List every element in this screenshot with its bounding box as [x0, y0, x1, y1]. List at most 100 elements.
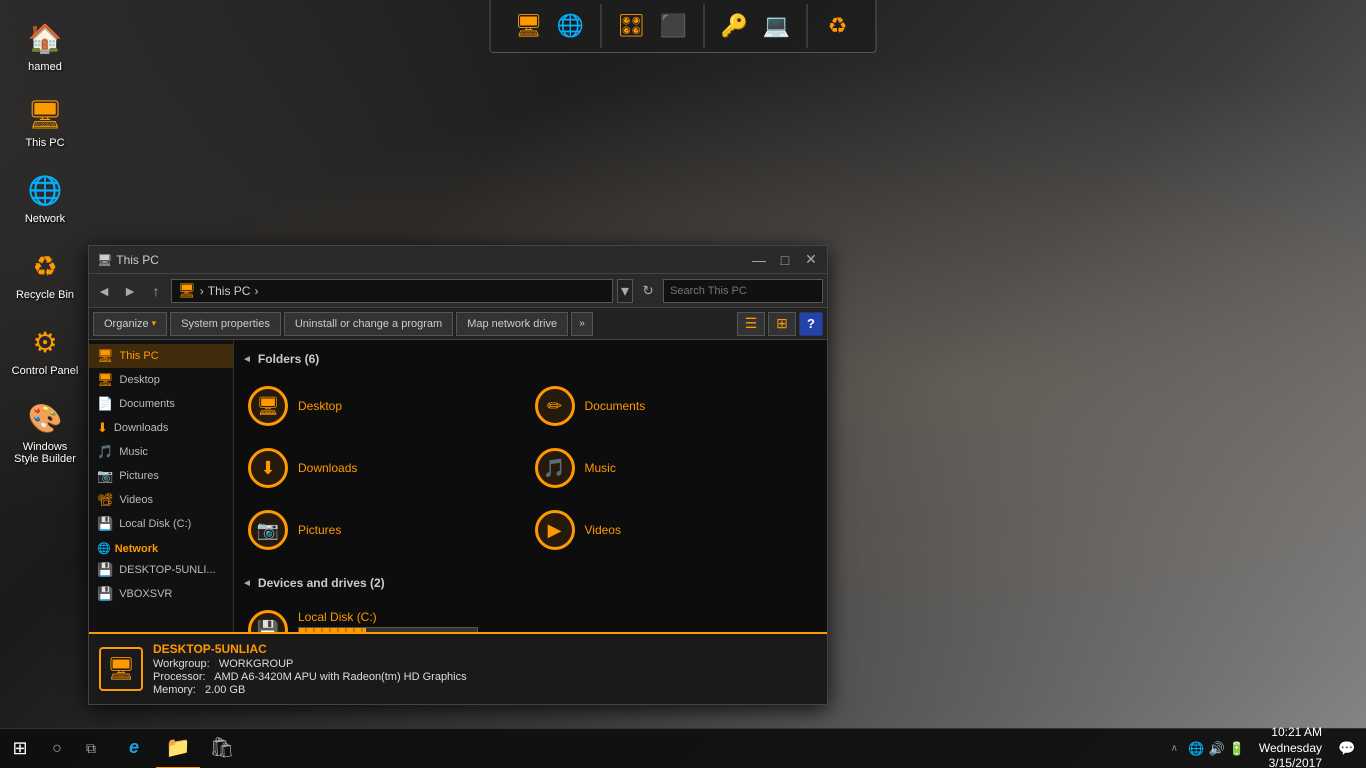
maximize-button[interactable]: □	[773, 250, 797, 270]
minimize-button[interactable]: —	[747, 250, 771, 270]
sys-tray-chevron[interactable]: ∧	[1166, 729, 1182, 768]
status-info: DESKTOP-5UNLIAC Workgroup: WORKGROUP Pro…	[153, 642, 467, 697]
control-panel-icon: ⚙	[25, 322, 65, 362]
title-bar-controls: — □ ✕	[747, 250, 823, 270]
folder-desktop-icon: 🖥	[248, 386, 288, 426]
toolbar-icon-globe[interactable]: 🌐	[553, 8, 589, 44]
sidebar-item-vboxsvr[interactable]: 💾 VBOXSVR	[89, 582, 233, 606]
desktop-icon-hamed[interactable]: 🏠 hamed	[5, 10, 85, 81]
sidebar-item-documents[interactable]: 📄 Documents	[89, 392, 233, 416]
sidebar-item-pictures[interactable]: 📷 Pictures	[89, 464, 233, 488]
command-bar: Organize ▾ System properties Uninstall o…	[89, 308, 827, 340]
status-processor-row: Processor: AMD A6-3420M APU with Radeon(…	[153, 671, 467, 683]
view-details-button[interactable]: ☰	[737, 312, 765, 336]
sidebar-item-this-pc[interactable]: 🖥 This PC	[89, 344, 233, 368]
start-button[interactable]: ⊞	[0, 729, 40, 768]
title-bar: 🖥 This PC — □ ✕	[89, 246, 827, 274]
status-computer-name: DESKTOP-5UNLIAC	[153, 642, 467, 656]
folder-downloads-icon: ⬇	[248, 448, 288, 488]
toolbar-icon-controls[interactable]: 🎛	[614, 8, 650, 44]
memory-value: 2.00 GB	[205, 684, 245, 696]
sidebar-item-downloads[interactable]: ⬇ Downloads	[89, 416, 233, 440]
folders-section-header[interactable]: Folders (6)	[242, 348, 819, 370]
system-properties-button[interactable]: System properties	[170, 312, 281, 336]
sidebar-network-header[interactable]: 🌐 Network	[89, 536, 233, 558]
uninstall-button[interactable]: Uninstall or change a program	[284, 312, 453, 336]
folders-grid: 🖥 Desktop ✏ Documents ⬇ Do	[242, 380, 819, 556]
devices-header-text: Devices and drives (2)	[258, 576, 385, 590]
folder-documents[interactable]: ✏ Documents	[529, 380, 806, 432]
devices-section-header[interactable]: Devices and drives (2)	[242, 572, 819, 594]
folder-documents-label: Documents	[585, 399, 646, 413]
folder-downloads[interactable]: ⬇ Downloads	[242, 442, 519, 494]
notification-button[interactable]: 💬	[1332, 729, 1362, 768]
desktop-icon-control-panel[interactable]: ⚙ Control Panel	[5, 314, 85, 385]
network-icon: 🌐	[25, 170, 65, 210]
desktop-icon-wsb[interactable]: 🎨 Windows Style Builder	[5, 390, 85, 473]
organize-button[interactable]: Organize ▾	[93, 312, 167, 336]
taskbar-clock[interactable]: 10:21 AM Wednesday 3/15/2017	[1251, 725, 1330, 768]
folder-pictures-icon-wrap: 📷	[246, 508, 290, 552]
processor-value: AMD A6-3420M APU with Radeon(tm) HD Grap…	[214, 671, 466, 683]
taskbar-app-store[interactable]: 🛍	[200, 729, 244, 768]
local-disk-sidebar-icon: 💾	[97, 516, 113, 532]
taskbar-app-explorer[interactable]: 📁	[156, 729, 200, 768]
status-workgroup-row: Workgroup: WORKGROUP	[153, 658, 467, 670]
local-disk-progress-fill	[299, 628, 366, 632]
toolbar-icon-key[interactable]: 🔑	[717, 8, 753, 44]
forward-button[interactable]: ►	[119, 280, 141, 302]
taskbar-search-button[interactable]: ○	[40, 729, 74, 768]
close-button[interactable]: ✕	[799, 250, 823, 270]
more-button[interactable]: »	[571, 312, 593, 336]
view-tiles-button[interactable]: ⊞	[768, 312, 796, 336]
folder-documents-icon: ✏	[535, 386, 575, 426]
path-separator-2: ›	[254, 284, 258, 298]
folder-desktop-label: Desktop	[298, 399, 342, 413]
explorer-window: 🖥 This PC — □ ✕ ◄ ► ↑ 🖥 › This PC › ▾ ↻	[88, 245, 828, 705]
sidebar-item-music[interactable]: 🎵 Music	[89, 440, 233, 464]
folder-music[interactable]: 🎵 Music	[529, 442, 806, 494]
desktop-icon-network[interactable]: 🌐 Network	[5, 162, 85, 233]
map-network-button[interactable]: Map network drive	[456, 312, 568, 336]
path-icon: 🖥	[178, 282, 196, 299]
device-local-disk[interactable]: 💾 Local Disk (C:) 19.6 GB free of 31.5 G…	[242, 604, 805, 632]
folder-videos[interactable]: ▶ Videos	[529, 504, 806, 556]
sidebar-vboxsvr-label: VBOXSVR	[119, 588, 172, 600]
volume-tray-icon[interactable]: 🔊	[1208, 741, 1224, 757]
search-input[interactable]	[663, 279, 823, 303]
sidebar-item-desktop5[interactable]: 💾 DESKTOP-5UNLI...	[89, 558, 233, 582]
up-button[interactable]: ↑	[145, 280, 167, 302]
search-icon: ○	[52, 740, 62, 758]
sidebar-videos-label: Videos	[120, 494, 153, 506]
battery-tray-icon[interactable]: 🔋	[1229, 741, 1245, 757]
time-text: 10:21 AM	[1259, 725, 1322, 741]
folder-desktop[interactable]: 🖥 Desktop	[242, 380, 519, 432]
wsb-icon: 🎨	[25, 398, 65, 438]
wsb-label: Windows Style Builder	[9, 441, 81, 465]
toolbar-icon-blocks[interactable]: ⬛	[656, 8, 692, 44]
network-header-icon: 🌐	[97, 542, 111, 555]
sidebar-item-local-disk[interactable]: 💾 Local Disk (C:)	[89, 512, 233, 536]
refresh-button[interactable]: ↻	[637, 280, 659, 302]
desktop-icon-this-pc[interactable]: 🖥 This PC	[5, 86, 85, 157]
folder-pictures[interactable]: 📷 Pictures	[242, 504, 519, 556]
toolbar-icon-computer[interactable]: 💻	[759, 8, 795, 44]
toolbar-group-3: 🔑 💻	[705, 4, 808, 48]
network-tray-icon[interactable]: 🌐	[1188, 741, 1204, 757]
help-button[interactable]: ?	[799, 312, 823, 336]
back-button[interactable]: ◄	[93, 280, 115, 302]
toolbar-icon-recycle[interactable]: ♻	[820, 8, 856, 44]
sys-tray-icons: 🌐 🔊 🔋	[1184, 741, 1249, 757]
sidebar-item-desktop[interactable]: 🖥 Desktop	[89, 368, 233, 392]
address-path[interactable]: 🖥 › This PC ›	[171, 279, 613, 303]
local-disk-icon-wrap: 💾	[246, 608, 290, 632]
taskbar-app-ie[interactable]: e	[112, 729, 156, 768]
address-bar: ◄ ► ↑ 🖥 › This PC › ▾ ↻	[89, 274, 827, 308]
taskview-button[interactable]: ⧉	[74, 729, 108, 768]
desktop-icon-recycle-bin[interactable]: ♻ Recycle Bin	[5, 238, 85, 309]
address-dropdown[interactable]: ▾	[617, 279, 633, 303]
toolbar-icon-monitor[interactable]: 🖥	[511, 8, 547, 44]
videos-sidebar-icon: 📽	[97, 492, 114, 508]
folder-pictures-label: Pictures	[298, 523, 341, 537]
sidebar-item-videos[interactable]: 📽 Videos	[89, 488, 233, 512]
